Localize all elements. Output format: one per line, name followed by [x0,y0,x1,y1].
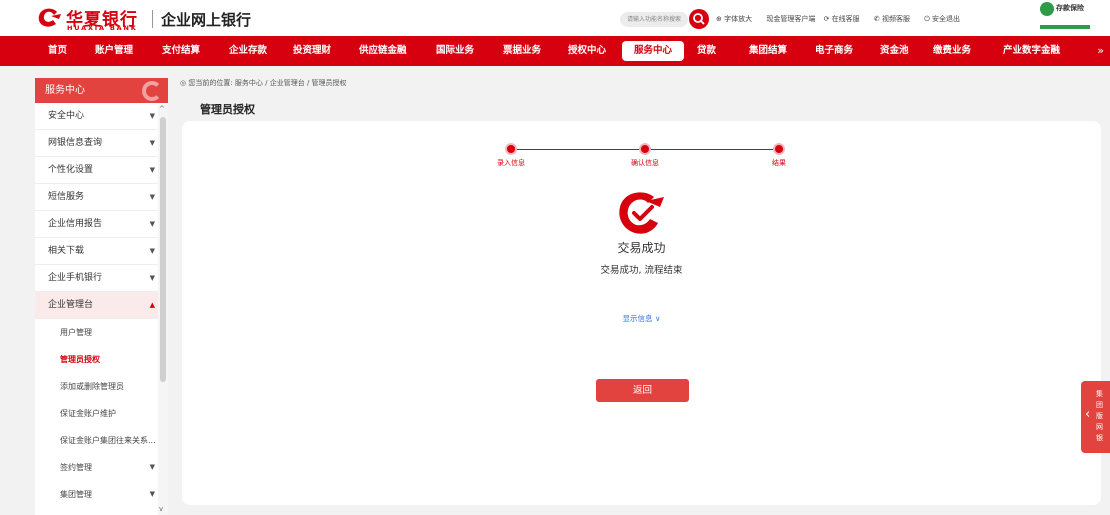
main-content: 录入信息 确认信息 结果 交易成功 交易成功, 流程结束 显示信息 ∨ 返回 [182,121,1101,505]
step-label-input: 录入信息 [497,159,525,167]
nav-authorization[interactable]: 授权中心 [568,36,606,66]
step-label-result: 结果 [772,159,786,167]
search-icon [693,13,705,25]
chevron-down-icon: ∨ [654,314,661,323]
sidebar-subitem-margin-group[interactable]: 保证金账户集团往来关系... [35,427,161,454]
chevron-down-icon: ▼ [149,193,155,201]
sidebar-title: 服务中心 [35,78,168,103]
result-message: 交易成功, 流程结束 [600,265,683,276]
chevron-down-icon: ▼ [149,139,155,147]
font-enlarge-link[interactable]: ⊕ 字体放大 [716,15,758,23]
sidebar-item-enterprise-mgmt[interactable]: 企业管理台 ▲ [35,292,161,319]
sidebar-item-personalize[interactable]: 个性化设置 ▼ [35,157,161,184]
nav-cash-pool[interactable]: 资金池 [880,36,909,66]
step-dot-2 [639,143,651,155]
huaxia-logo-icon [38,8,61,27]
sidebar-deco-icon [142,81,162,101]
online-service-link[interactable]: ⟳ 在线客服 [824,15,866,23]
chevron-up-icon: ▲ [149,301,155,309]
scroll-thumb[interactable] [160,117,166,382]
nav-home[interactable]: 首页 [48,36,67,66]
nav-fee-payment[interactable]: 缴费业务 [933,36,971,66]
show-info-toggle[interactable]: 显示信息 ∨ [182,313,1101,324]
nav-loans[interactable]: 贷款 [697,36,716,66]
success-icon [619,192,664,234]
page-title: 管理员授权 [200,103,255,116]
deposit-insurance-badge: 存款保险 [1040,2,1090,33]
nav-account-mgmt[interactable]: 账户管理 [95,36,133,66]
step-connector [645,149,779,150]
step-connector [511,149,645,150]
video-service-link[interactable]: ✆ 视频客服 [874,15,916,23]
logout-link[interactable]: ⏻ 安全退出 [924,15,966,23]
sidebar-subitem-admin-auth[interactable]: 管理员授权 [35,346,161,373]
sidebar: 服务中心 安全中心 ▼ 网银信息查询 ▼ 个性化设置 ▼ 短信服务 ▼ 企业信用报告 ▼ … [35,78,168,515]
chevron-down-icon: ▼ [149,274,155,282]
back-button[interactable]: 返回 [596,379,689,402]
search-button[interactable] [689,9,709,29]
main-nav: 首页 账户管理 支付结算 企业存款 投资理财 供应链金融 国际业务 票据业务 授… [0,36,1110,66]
step-label-confirm: 确认信息 [631,159,659,167]
nav-more-icon[interactable]: » [1097,44,1104,57]
logo-divider [152,10,153,28]
nav-service-center[interactable]: 服务中心 [622,41,685,61]
nav-industry-digital[interactable]: 产业数字金融 [1003,36,1060,66]
sidebar-subitem-signing[interactable]: 签约管理 ▼ [35,454,161,481]
chevron-left-icon: ‹ [1085,407,1091,422]
sidebar-subitem-add-remove-admin[interactable]: 添加或删除管理员 [35,373,161,400]
sidebar-item-query[interactable]: 网银信息查询 ▼ [35,130,161,157]
nav-bills[interactable]: 票据业务 [503,36,541,66]
nav-international[interactable]: 国际业务 [436,36,474,66]
chevron-down-icon: ▼ [149,220,155,228]
chevron-down-icon: ▼ [149,166,155,174]
sidebar-subitem-margin-account[interactable]: 保证金账户维护 [35,400,161,427]
search-input[interactable]: 请输入功能名称搜索 [620,12,688,27]
step-dot-3 [773,143,785,155]
header: 华夏银行 HUAXIA BANK 企业网上银行 请输入功能名称搜索 ⊕ 字体放大… [0,0,1110,36]
cash-mgmt-client-link[interactable]: 现金管理客户端 [766,15,815,23]
top-links: ⊕ 字体放大 现金管理客户端 ⟳ 在线客服 ✆ 视频客服 ⏻ 安全退出 [716,14,972,24]
nav-deposit[interactable]: 企业存款 [229,36,267,66]
location-pin-icon: ◎ [180,79,187,87]
sidebar-scrollbar[interactable]: ^ v [158,105,168,515]
scroll-up-icon[interactable]: ^ [159,105,165,113]
nav-supply-chain[interactable]: 供应链金融 [359,36,407,66]
nav-investment[interactable]: 投资理财 [293,36,331,66]
result-title: 交易成功 [617,241,666,255]
nav-group-settlement[interactable]: 集团结算 [749,36,787,66]
nav-ecommerce[interactable]: 电子商务 [815,36,853,66]
sidebar-item-downloads[interactable]: 相关下载 ▼ [35,238,161,265]
sidebar-item-sms[interactable]: 短信服务 ▼ [35,184,161,211]
chevron-down-icon: ▼ [149,247,155,255]
sidebar-item-credit-report[interactable]: 企业信用报告 ▼ [35,211,161,238]
deposit-insurance-icon [1040,2,1054,16]
sidebar-item-mobile[interactable]: 企业手机银行 ▼ [35,265,161,292]
breadcrumb: ◎ 您当前的位置: 服务中心 / 企业管理台 / 管理员授权 [180,79,347,87]
nav-payment[interactable]: 支付结算 [162,36,200,66]
step-dot-1 [505,143,517,155]
sidebar-subitem-group-mgmt[interactable]: 集团管理 ▼ [35,481,161,508]
chevron-down-icon: ▼ [149,463,155,471]
chevron-down-icon: ▼ [149,490,155,498]
chevron-down-icon: ▼ [149,112,155,120]
sidebar-item-security[interactable]: 安全中心 ▼ [35,103,161,130]
site-name: 企业网上银行 [161,11,252,29]
sidebar-subitem-user-mgmt[interactable]: 用户管理 [35,319,161,346]
scroll-down-icon[interactable]: v [159,505,163,513]
group-banking-tab[interactable]: ‹ 集团版网银 [1081,381,1110,453]
logo-en-text: HUAXIA BANK [67,24,138,32]
